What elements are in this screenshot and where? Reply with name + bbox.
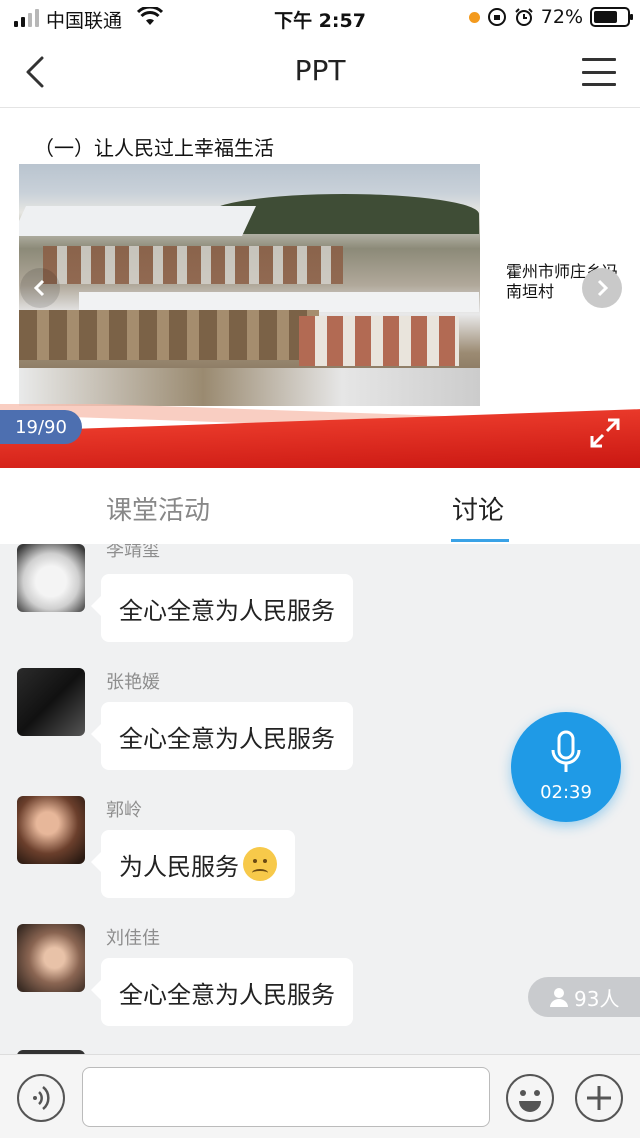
- chevron-left-icon: [33, 279, 45, 297]
- alarm-icon: [515, 8, 533, 26]
- chevron-right-icon: [597, 279, 609, 297]
- orientation-lock-icon: [487, 8, 506, 26]
- sender-name: 郭岭: [106, 800, 142, 821]
- message-text: 为人民服务: [119, 852, 239, 881]
- message-item: 李靖玺 全心全意为人民服务: [0, 544, 640, 664]
- message-input[interactable]: [82, 1067, 490, 1127]
- face-emoji-icon: [243, 847, 277, 881]
- slide-photo: [19, 164, 480, 406]
- next-slide-button[interactable]: [582, 268, 622, 308]
- tab-bar: 课堂活动 讨论: [0, 468, 640, 544]
- battery-icon: [590, 7, 633, 27]
- prev-slide-button[interactable]: [20, 268, 60, 308]
- nav-bar: PPT: [0, 36, 640, 108]
- emoji-button[interactable]: [506, 1074, 554, 1122]
- menu-icon[interactable]: [582, 58, 616, 86]
- avatar[interactable]: [17, 668, 85, 736]
- slide-ribbon: [0, 404, 640, 468]
- input-bar: [0, 1054, 640, 1138]
- recording-dot-icon: [468, 11, 480, 23]
- voice-input-button[interactable]: [17, 1074, 65, 1122]
- avatar[interactable]: [17, 796, 85, 864]
- plus-icon: [587, 1086, 611, 1110]
- message-bubble: 为人民服务: [91, 830, 295, 898]
- recording-timer: 02:39: [540, 782, 592, 803]
- participant-count-badge[interactable]: 93人: [528, 977, 640, 1017]
- sender-name: 刘佳佳: [106, 928, 160, 949]
- person-icon: [550, 988, 568, 1007]
- active-tab-indicator: [451, 539, 509, 542]
- slide-viewer[interactable]: （一）让人民过上幸福生活 霍州市师庄乡冯南垣村 19/90: [0, 108, 640, 468]
- status-bar: 中国联通 下午 2:57 72%: [0, 0, 640, 36]
- message-bubble: 全心全意为人民服务: [91, 958, 353, 1026]
- participant-count: 93人: [574, 986, 620, 1011]
- avatar[interactable]: [17, 544, 85, 612]
- avatar[interactable]: [17, 924, 85, 992]
- microphone-icon: [551, 730, 581, 772]
- message-bubble: 全心全意为人民服务: [91, 702, 353, 770]
- battery-percent: 72%: [540, 6, 583, 28]
- more-button[interactable]: [575, 1074, 623, 1122]
- smiley-icon: [519, 1090, 541, 1112]
- sender-name: 张艳媛: [106, 672, 160, 693]
- message-bubble: 全心全意为人民服务: [91, 574, 353, 642]
- tab-activity[interactable]: 课堂活动: [106, 490, 210, 527]
- page-title: PPT: [294, 54, 346, 87]
- slide-heading: （一）让人民过上幸福生活: [34, 136, 274, 160]
- fullscreen-icon[interactable]: [588, 416, 622, 450]
- tab-discussion[interactable]: 讨论: [452, 490, 504, 527]
- sender-name: 李靖玺: [106, 544, 160, 561]
- sound-wave-icon: [33, 1086, 50, 1110]
- voice-record-button[interactable]: 02:39: [511, 712, 621, 822]
- slide-counter: 19/90: [0, 410, 82, 444]
